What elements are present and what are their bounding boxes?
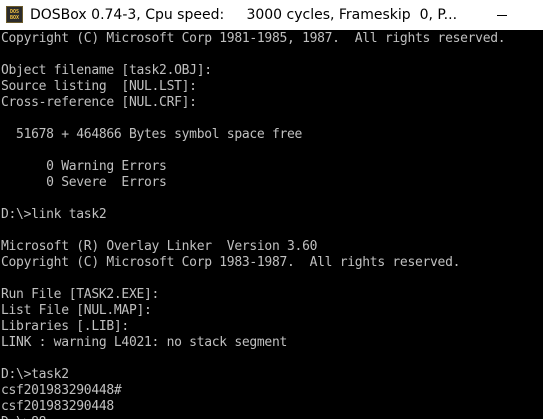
- console-output[interactable]: Copyright (C) Microsoft Corp 1981-1985, …: [0, 30, 543, 419]
- console-line: Cross-reference [NUL.CRF]:: [1, 95, 197, 110]
- console-line: Copyright (C) Microsoft Corp 1981-1985, …: [1, 31, 506, 46]
- dosbox-window: DOS BOX DOSBox 0.74-3, Cpu speed: 3000 c…: [0, 0, 543, 419]
- window-title: DOSBox 0.74-3, Cpu speed: 3000 cycles, F…: [30, 7, 458, 23]
- console-line: Copyright (C) Microsoft Corp 1983-1987. …: [1, 255, 461, 270]
- console-line: Run File [TASK2.EXE]:: [1, 287, 160, 302]
- console-line: csf201983290448: [1, 399, 114, 414]
- minimize-button[interactable]: [479, 0, 525, 30]
- console-line: List File [NUL.MAP]:: [1, 303, 152, 318]
- console-line: 0 Warning Errors: [1, 159, 167, 174]
- console-line: LINK : warning L4021: no stack segment: [1, 335, 288, 350]
- console-line: D:\>link task2: [1, 207, 107, 222]
- console-line: Source listing [NUL.LST]:: [1, 79, 197, 94]
- console-line: Microsoft (R) Overlay Linker Version 3.6…: [1, 239, 318, 254]
- console-line: Object filename [task2.OBJ]:: [1, 63, 212, 78]
- title-bar[interactable]: DOS BOX DOSBox 0.74-3, Cpu speed: 3000 c…: [0, 0, 543, 30]
- minimize-icon: [497, 14, 507, 16]
- console-line: 51678 + 464866 Bytes symbol space free: [1, 127, 303, 142]
- console-line: D:\>88: [1, 415, 46, 419]
- icon-label-bottom: BOX: [9, 14, 20, 21]
- console-line: 0 Severe Errors: [1, 175, 167, 190]
- console-line: csf201983290448#: [1, 383, 122, 398]
- dosbox-icon[interactable]: DOS BOX: [6, 6, 23, 23]
- console-line: D:\>task2: [1, 367, 69, 382]
- console-line: Libraries [.LIB]:: [1, 319, 129, 334]
